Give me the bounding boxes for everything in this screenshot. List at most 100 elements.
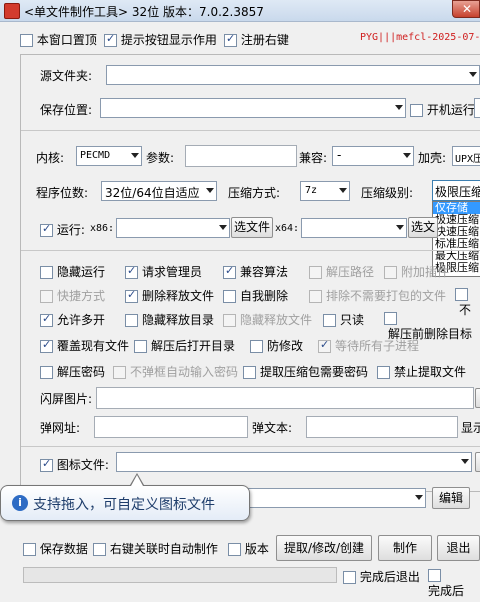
show-hints-checkbox[interactable] [104, 32, 117, 47]
option-label: 隐藏释放文件 [240, 313, 313, 327]
option-checkbox[interactable] [223, 314, 236, 327]
option-item[interactable]: 删除释放文件 [125, 287, 214, 304]
make-button[interactable]: 制作 [378, 535, 432, 561]
version-checkbox[interactable] [228, 543, 241, 556]
tooltip-pointer-fill [131, 475, 143, 486]
splash-browse-button[interactable] [475, 388, 480, 408]
edit-button[interactable]: 编辑 [432, 487, 470, 509]
option-label: 删除释放文件 [142, 289, 215, 303]
option-checkbox[interactable] [40, 266, 53, 279]
shell-combo[interactable]: UPX压 [452, 146, 480, 166]
startup-combo[interactable] [474, 98, 480, 118]
splash-input[interactable] [96, 387, 474, 409]
option-item[interactable]: 防修改 [250, 337, 303, 354]
right-click-auto-option[interactable]: 右键关联时自动制作 [93, 540, 218, 557]
option-checkbox[interactable] [323, 314, 336, 327]
startup-checkbox[interactable] [410, 104, 423, 117]
option-checkbox[interactable] [455, 288, 468, 301]
option-item[interactable]: 提取压缩包需要密码 [243, 363, 368, 380]
option-item[interactable]: 解压路径 [309, 263, 374, 280]
right-click-auto-checkbox[interactable] [93, 543, 106, 556]
source-folder-combo[interactable] [106, 65, 480, 85]
option-item[interactable]: 附加插件 [384, 263, 449, 280]
option-item[interactable]: 请求管理员 [125, 263, 202, 280]
select-file2-button[interactable]: 选文 [408, 217, 438, 238]
select-file-button[interactable]: 选文件 [231, 217, 273, 238]
option-item[interactable]: 不弹框自动输入密码 [113, 363, 238, 380]
option-item[interactable]: 只读 [323, 311, 364, 328]
option-checkbox[interactable] [113, 366, 126, 379]
option-item[interactable]: 隐藏释放文件 [223, 311, 312, 328]
run-checkbox[interactable] [40, 222, 53, 237]
version-option[interactable]: 版本 [228, 540, 269, 557]
exit-after-checkbox[interactable] [343, 571, 356, 584]
option-show-hints[interactable]: 提示按钮显示作用 [104, 31, 217, 48]
save-data-checkbox[interactable] [23, 543, 36, 556]
compat-combo[interactable]: - [332, 146, 414, 166]
startup-option[interactable]: 开机运行 [410, 101, 475, 118]
option-register-context-menu[interactable]: 注册右键 [224, 31, 289, 48]
bits-label: 程序位数: [36, 186, 89, 200]
icon-file-combo[interactable] [116, 452, 472, 472]
kernel-combo[interactable]: PECMD [76, 146, 142, 166]
compress-method-combo[interactable]: 7z [300, 181, 350, 201]
extract-modify-create-button[interactable]: 提取/修改/创建 [276, 535, 372, 561]
option-item[interactable]: 自我删除 [223, 287, 288, 304]
option-checkbox[interactable] [223, 290, 236, 303]
option-checkbox[interactable] [40, 338, 53, 353]
icon-browse-button[interactable] [475, 452, 480, 472]
option-label: 附加插件 [401, 265, 450, 279]
option-checkbox[interactable] [125, 288, 138, 303]
option-item[interactable]: 等待所有子进程 [318, 337, 419, 354]
x64-combo[interactable] [301, 218, 407, 238]
option-checkbox[interactable] [309, 290, 322, 303]
exit-button[interactable]: 退出 [437, 535, 480, 561]
popup-text-input[interactable] [306, 416, 458, 438]
done-after-option[interactable]: 完成后 [428, 568, 480, 599]
option-item[interactable]: 允许多开 [40, 311, 105, 328]
run-option[interactable]: 运行: [40, 221, 85, 238]
option-checkbox[interactable] [318, 338, 331, 353]
option-checkbox[interactable] [40, 312, 53, 327]
save-data-option[interactable]: 保存数据 [23, 540, 88, 557]
done-after-checkbox[interactable] [428, 569, 441, 582]
option-checkbox[interactable] [309, 266, 322, 279]
register-context-menu-checkbox[interactable] [224, 32, 237, 47]
close-button[interactable]: ✕ [452, 0, 480, 18]
option-item[interactable]: 覆盖现有文件 [40, 337, 129, 354]
option-checkbox[interactable] [384, 266, 397, 279]
option-checkbox[interactable] [40, 290, 53, 303]
option-checkbox[interactable] [125, 264, 138, 279]
option-checkbox[interactable] [223, 264, 236, 279]
option-item[interactable]: 隐藏运行 [40, 263, 105, 280]
icon-file-option[interactable]: 图标文件: [40, 456, 109, 473]
option-item[interactable]: 排除不需要打包的文件 [309, 287, 446, 304]
option-checkbox[interactable] [125, 314, 138, 327]
topmost-checkbox[interactable] [20, 34, 33, 47]
compress-level-combo[interactable]: 极限压缩 [432, 180, 480, 201]
option-checkbox[interactable] [250, 340, 263, 353]
option-checkbox[interactable] [40, 366, 53, 379]
option-checkbox[interactable] [134, 340, 147, 353]
option-item[interactable]: 快捷方式 [40, 287, 105, 304]
exit-after-option[interactable]: 完成后退出 [343, 568, 420, 585]
popup-url-input[interactable] [94, 416, 248, 438]
x86-combo[interactable] [116, 218, 230, 238]
option-checkbox[interactable] [243, 366, 256, 379]
compress-level-label: 压缩级别: [361, 186, 414, 200]
icon-secondary-combo[interactable] [230, 488, 426, 508]
option-topmost[interactable]: 本窗口置顶 [20, 31, 97, 48]
option-item[interactable]: 兼容算法 [223, 263, 288, 280]
option-checkbox[interactable] [384, 312, 397, 325]
params-input[interactable] [185, 145, 297, 167]
icon-file-checkbox[interactable] [40, 457, 53, 472]
option-item[interactable]: 禁止提取文件 [377, 363, 466, 380]
option-item[interactable]: 隐藏释放目录 [125, 311, 214, 328]
option-checkbox[interactable] [377, 366, 390, 379]
save-location-combo[interactable] [100, 98, 406, 118]
option-label: 允许多开 [57, 313, 106, 327]
option-item[interactable]: 解压密码 [40, 363, 105, 380]
bits-combo[interactable]: 32位/64位自适应 [101, 181, 217, 201]
watermark-text: PYG|||mefcl-2025-07- [360, 32, 480, 43]
option-item[interactable]: 解压后打开目录 [134, 337, 235, 354]
